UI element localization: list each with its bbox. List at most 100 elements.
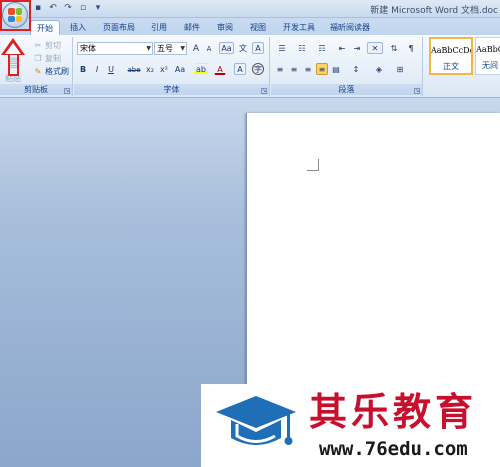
paragraph-group-label: 段落 [271, 84, 422, 95]
quick-access-toolbar: ▪ ↶ ↷ ▫ ▾ [32, 2, 104, 14]
decrease-indent-icon: ⇤ [338, 44, 346, 53]
align-left-icon: ≡ [276, 65, 284, 74]
style-no-spacing[interactable]: AaBbC 无间 [475, 37, 500, 75]
cut-button[interactable]: ✂ 剪切 [33, 40, 61, 51]
chevron-down-icon: ▼ [146, 45, 151, 52]
align-center-button[interactable]: ≡ [288, 63, 300, 75]
bold-button[interactable]: B [77, 63, 89, 75]
distributed-icon: ▤ [332, 65, 340, 74]
superscript-button[interactable]: x² [158, 63, 170, 75]
font-name-combo[interactable]: 宋体 ▼ [77, 42, 153, 55]
strikethrough-button[interactable]: abe [126, 63, 142, 75]
ribbon: ▤ 粘贴 ✂ 剪切 ❐ 复制 ✎ 格式刷 剪贴板 ↘ 宋体 ▼ 五号 ▼ A A… [0, 35, 500, 98]
customize-qat-icon[interactable]: ▾ [92, 2, 104, 14]
paint-bucket-icon: ◈ [375, 65, 383, 74]
chevron-down-icon: ▼ [180, 45, 185, 52]
align-right-button[interactable]: ≡ [302, 63, 314, 75]
font-group: 宋体 ▼ 五号 ▼ A A Aa 文 A B I U abe x₂ x² Aa … [74, 37, 270, 96]
style-name: 正文 [443, 62, 459, 71]
scissors-icon: ✂ [34, 40, 42, 50]
chinese-layout-icon: ✕ [371, 44, 379, 53]
window-title: 新建 Microsoft Word 文档.doc [370, 6, 498, 16]
format-painter-button[interactable]: ✎ 格式刷 [33, 66, 69, 77]
font-group-label: 字体 [74, 84, 269, 95]
bullets-button[interactable]: ☰ [274, 42, 290, 54]
ribbon-tab-bar: 开始 插入 页面布局 引用 邮件 审阅 视图 开发工具 福昕阅读器 [0, 18, 500, 36]
text-highlight-button[interactable]: ab [194, 63, 208, 75]
watermark: 其乐教育 www.76edu.com [201, 384, 500, 467]
paragraph-launcher-icon[interactable]: ↘ [414, 88, 420, 94]
tab-page-layout[interactable]: 页面布局 [103, 20, 135, 36]
tab-insert[interactable]: 插入 [70, 20, 86, 36]
justify-button[interactable]: ≡ [316, 63, 328, 75]
phonetic-guide-icon: 文 [239, 44, 247, 53]
tab-review[interactable]: 审阅 [217, 20, 233, 36]
print-preview-icon[interactable]: ▫ [77, 2, 89, 14]
change-case-button[interactable]: Aa [172, 63, 188, 75]
font-size-value: 五号 [157, 44, 173, 53]
red-arrow-inner [5, 43, 21, 54]
style-sample: AaBbC [476, 45, 500, 54]
clipboard-launcher-icon[interactable]: ↘ [64, 88, 70, 94]
tab-view[interactable]: 视图 [250, 20, 266, 36]
font-size-combo[interactable]: 五号 ▼ [154, 42, 187, 55]
shading-button[interactable]: ◈ [371, 63, 387, 75]
char-shading-icon: A [237, 65, 243, 74]
grow-font-button[interactable]: A [190, 42, 202, 54]
char-border-button[interactable]: A [252, 42, 264, 54]
align-right-icon: ≡ [304, 65, 312, 74]
sort-button[interactable]: ⇅ [388, 42, 400, 54]
paragraph-group: ☰ ☷ ☶ ⇤ ⇥ ✕ ⇅ ¶ ≡ ≡ ≡ ≡ ▤ ↕ ◈ ⊞ 段落 ↘ [271, 37, 423, 96]
align-left-button[interactable]: ≡ [274, 63, 286, 75]
font-launcher-icon[interactable]: ↘ [261, 88, 267, 94]
increase-indent-icon: ⇥ [353, 44, 361, 53]
copy-icon: ❐ [34, 53, 42, 63]
italic-button[interactable]: I [91, 63, 103, 75]
show-marks-button[interactable]: ¶ [405, 42, 417, 54]
font-name-value: 宋体 [80, 44, 96, 53]
save-icon[interactable]: ▪ [32, 2, 44, 14]
clear-format-button[interactable]: Aa [219, 42, 234, 54]
chinese-layout-button[interactable]: ✕ [367, 42, 383, 54]
align-center-icon: ≡ [290, 65, 298, 74]
format-painter-label: 格式刷 [45, 67, 69, 76]
tab-references[interactable]: 引用 [151, 20, 167, 36]
borders-icon: ⊞ [396, 65, 404, 74]
borders-button[interactable]: ⊞ [392, 63, 408, 75]
margin-corner-mark [307, 159, 319, 171]
undo-icon[interactable]: ↶ [47, 2, 59, 14]
multilevel-list-button[interactable]: ☶ [314, 42, 330, 54]
tab-mailings[interactable]: 邮件 [184, 20, 200, 36]
distributed-button[interactable]: ▤ [330, 63, 342, 75]
tab-home[interactable]: 开始 [30, 20, 60, 36]
increase-indent-button[interactable]: ⇥ [351, 42, 363, 54]
red-arrow-shaft [8, 54, 19, 76]
font-color-button[interactable]: A [214, 63, 226, 75]
copy-button[interactable]: ❐ 复制 [33, 53, 61, 64]
tab-foxit-reader[interactable]: 福昕阅读器 [330, 20, 370, 36]
watermark-url: www.76edu.com [319, 438, 468, 460]
copy-label: 复制 [45, 54, 61, 63]
cut-label: 剪切 [45, 41, 61, 50]
highlight-box [0, 0, 31, 31]
style-normal[interactable]: AaBbCcDc 正文 [429, 37, 473, 75]
char-shading-button[interactable]: A [234, 63, 246, 75]
line-spacing-button[interactable]: ↕ [348, 63, 364, 75]
shrink-font-button[interactable]: A [203, 42, 215, 54]
subscript-button[interactable]: x₂ [144, 63, 156, 75]
watermark-brand: 其乐教育 [309, 390, 478, 434]
phonetic-guide-button[interactable]: 文 [237, 42, 249, 54]
underline-button[interactable]: U [105, 63, 117, 75]
numbering-button[interactable]: ☷ [294, 42, 310, 54]
format-painter-icon: ✎ [34, 66, 42, 76]
redo-icon[interactable]: ↷ [62, 2, 74, 14]
graduation-cap-icon [216, 396, 296, 445]
paragraph-mark-icon: ¶ [408, 44, 414, 53]
sort-icon: ⇅ [390, 44, 398, 53]
decrease-indent-button[interactable]: ⇤ [336, 42, 348, 54]
line-spacing-icon: ↕ [352, 65, 360, 74]
enclose-char-button[interactable]: 字 [252, 63, 264, 75]
bullets-icon: ☰ [278, 44, 286, 53]
tab-developer[interactable]: 开发工具 [283, 20, 315, 36]
multilevel-list-icon: ☶ [318, 44, 326, 53]
